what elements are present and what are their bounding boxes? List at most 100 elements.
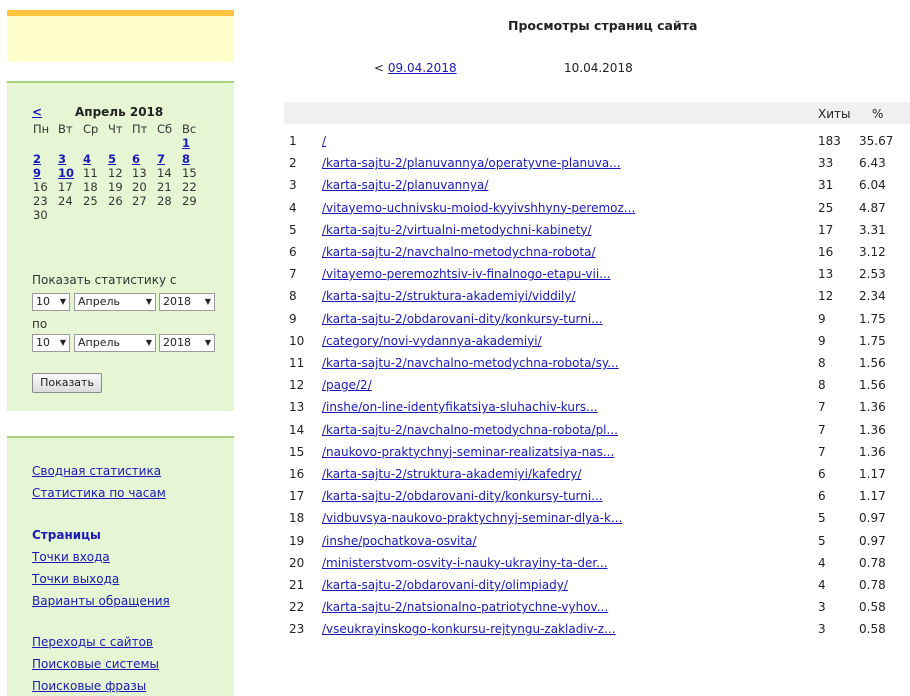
page-link[interactable]: /page/2/ [322, 378, 372, 392]
page-link[interactable]: /karta-sajtu-2/struktura-akademiyi/kafed… [322, 467, 581, 481]
to-day-select[interactable]: 10 ▼ [32, 334, 70, 352]
nav-hourly-link[interactable]: Статистика по часам [32, 486, 166, 500]
row-rank: 21 [289, 578, 305, 592]
row-percent: 0.78 [859, 578, 886, 592]
page-link[interactable]: /inshe/on-line-identyfikatsiya-sluhachiv… [322, 400, 598, 414]
row-hits: 6 [818, 467, 826, 481]
calendar-day-link[interactable]: 3 [58, 152, 66, 166]
calendar-day-link[interactable]: 1 [182, 136, 190, 150]
nav-requests-link[interactable]: Варианты обращения [32, 594, 170, 608]
calendar-panel: < Апрель 2018 Пн Вт Ср Чт Пт Сб Вс 1 2 3 4 5 6 7 8 9 10 1… [7, 81, 234, 411]
row-percent: 0.97 [859, 511, 886, 526]
table-row: 1 / 183 35.67 [284, 130, 910, 152]
table-row: 11/karta-sajtu-2/navchalno-metodychna-ro… [284, 352, 910, 374]
from-year-value: 2018 [163, 295, 191, 308]
nav-summary-link[interactable]: Сводная статистика [32, 464, 161, 478]
from-day-select[interactable]: 10 ▼ [32, 293, 70, 311]
page-link[interactable]: /karta-sajtu-2/planuvannya/ [322, 178, 488, 192]
page-link[interactable]: /category/novi-vydannya-akademiyi/ [322, 334, 542, 348]
calendar-day: 23 [33, 194, 48, 208]
calendar-day-link[interactable]: 8 [182, 152, 190, 166]
page-link[interactable]: /karta-sajtu-2/navchalno-metodychna-robo… [322, 423, 618, 437]
calendar-day: 14 [157, 166, 172, 180]
nav-referrers-link[interactable]: Переходы с сайтов [32, 635, 153, 649]
row-percent: 1.36 [859, 400, 886, 415]
row-hits: 25 [818, 200, 834, 215]
page-link[interactable]: / [322, 134, 326, 148]
to-year-select[interactable]: 2018 ▼ [159, 334, 215, 352]
nav-search-phrases-link[interactable]: Поисковые фразы [32, 679, 146, 693]
chevron-down-icon: ▼ [59, 338, 66, 347]
calendar-day-link[interactable]: 10 [58, 166, 74, 180]
from-year-select[interactable]: 2018 ▼ [159, 293, 215, 311]
page-link[interactable]: /karta-sajtu-2/planuvannya/operatyvne-pl… [322, 156, 621, 170]
calendar-day: 25 [83, 194, 98, 208]
page-link[interactable]: /karta-sajtu-2/navchalno-metodychna-robo… [322, 245, 596, 259]
row-rank: 23 [289, 622, 305, 637]
table-row: 4/vitayemo-uchnivsku-molod-kyyivshhyny-p… [284, 197, 910, 219]
page-link[interactable]: /karta-sajtu-2/struktura-akademiyi/viddi… [322, 289, 576, 303]
page-link[interactable]: /karta-sajtu-2/obdarovani-dity/olimpiady… [322, 578, 568, 592]
calendar-day-link[interactable]: 9 [33, 166, 41, 180]
row-percent: 1.36 [859, 422, 886, 437]
nav-search-engines-link[interactable]: Поисковые системы [32, 657, 159, 671]
prev-month-link[interactable]: < [32, 105, 42, 119]
calendar-day: 22 [182, 180, 197, 194]
table-row: 7/vitayemo-peremozhtsiv-iv-finalnogo-eta… [284, 263, 910, 285]
to-month-select[interactable]: Апрель ▼ [74, 334, 156, 352]
calendar-day-cell: 7 [157, 152, 177, 166]
nav-pages-header: Страницы [32, 528, 101, 542]
page-link[interactable]: /vitayemo-uchnivsku-molod-kyyivshhyny-pe… [322, 201, 635, 215]
row-hits: 183 [818, 134, 841, 148]
page-link[interactable]: /karta-sajtu-2/natsionalno-patriotychne-… [322, 600, 608, 614]
row-rank: 22 [289, 600, 305, 615]
calendar-day-link[interactable]: 6 [132, 152, 140, 166]
from-month-select[interactable]: Апрель ▼ [74, 293, 156, 311]
page-link[interactable]: /naukovo-praktychnyj-seminar-realizatsiy… [322, 445, 614, 459]
row-hits: 31 [818, 178, 834, 193]
page-link[interactable]: /inshe/pochatkova-osvita/ [322, 534, 477, 548]
calendar-day: 20 [132, 180, 147, 194]
row-rank: 12 [289, 378, 305, 393]
row-percent: 1.75 [859, 333, 886, 348]
row-rank: 17 [289, 489, 305, 504]
calendar-day-link[interactable]: 2 [33, 152, 41, 166]
row-percent: 1.56 [859, 378, 886, 393]
calendar-day: 30 [33, 208, 48, 222]
calendar-day-link[interactable]: 7 [157, 152, 165, 166]
page-link[interactable]: /vidbuvsya-naukovo-praktychnyj-seminar-d… [322, 511, 622, 525]
row-percent: 2.34 [859, 289, 886, 304]
calendar-day: 29 [182, 194, 197, 208]
row-percent: 0.58 [859, 622, 886, 637]
calendar-day-link[interactable]: 4 [83, 152, 91, 166]
calendar-day-cell: 2 [33, 152, 53, 166]
table-row: 14/karta-sajtu-2/navchalno-metodychna-ro… [284, 419, 910, 441]
nav-entry-link[interactable]: Точки входа [32, 550, 110, 564]
to-year-value: 2018 [163, 336, 191, 349]
page-link[interactable]: /karta-sajtu-2/navchalno-metodychna-robo… [322, 356, 619, 370]
table-row: 3/karta-sajtu-2/planuvannya/31 6.04 [284, 174, 910, 196]
page-link[interactable]: /karta-sajtu-2/obdarovani-dity/konkursy-… [322, 312, 603, 326]
table-row: 15/naukovo-praktychnyj-seminar-realizats… [284, 441, 910, 463]
calendar-day-cell: 3 [58, 152, 78, 166]
prev-date-link[interactable]: 09.04.2018 [388, 61, 457, 75]
sidebar-top-box [7, 10, 234, 62]
row-hits: 7 [818, 444, 826, 459]
page-link[interactable]: /ministerstvom-osvity-i-nauky-ukrayiny-t… [322, 556, 608, 570]
chevron-down-icon: ▼ [204, 338, 211, 347]
show-stats-button[interactable]: Показать [32, 373, 102, 393]
table-header: Хиты % [284, 102, 910, 124]
page-link[interactable]: /vitayemo-peremozhtsiv-iv-finalnogo-etap… [322, 267, 611, 281]
calendar-day-link[interactable]: 5 [108, 152, 116, 166]
row-rank: 8 [289, 289, 297, 304]
nav-exit-link[interactable]: Точки выхода [32, 572, 119, 586]
page-link[interactable]: /karta-sajtu-2/virtualni-metodychni-kabi… [322, 223, 592, 237]
table-row: 12/page/2/8 1.56 [284, 374, 910, 396]
period-from-label: Показать статистику с [32, 273, 177, 287]
page-link[interactable]: /vseukrayinskogo-konkursu-rejtyngu-zakla… [322, 622, 616, 636]
weekday-label: Пт [132, 122, 148, 136]
row-percent: 0.78 [859, 555, 886, 570]
page-link[interactable]: /karta-sajtu-2/obdarovani-dity/konkursy-… [322, 489, 603, 503]
calendar-day: 28 [157, 194, 172, 208]
row-rank: 10 [289, 333, 305, 348]
